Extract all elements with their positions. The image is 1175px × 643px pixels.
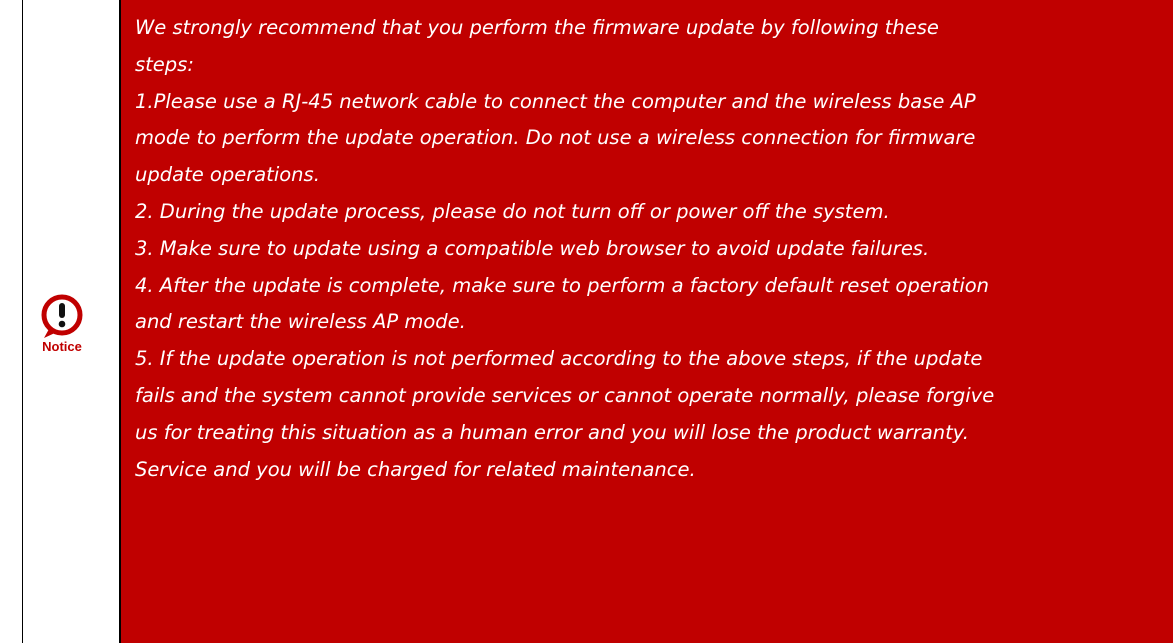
notice-table: Notice We strongly recommend that you pe… xyxy=(22,0,1173,643)
notice-icon-label: Notice xyxy=(42,339,82,354)
notice-line: mode to perform the update operation. Do… xyxy=(135,126,976,150)
notice-line: update operations. xyxy=(135,163,320,187)
notice-line: us for treating this situation as a huma… xyxy=(135,420,970,444)
notice-line: 5. If the update operation is not perfor… xyxy=(135,347,983,371)
notice-line: fails and the system cannot provide serv… xyxy=(135,383,995,407)
notice-text-cell: We strongly recommend that you perform t… xyxy=(121,0,1173,643)
notice-line: Service and you will be charged for rela… xyxy=(135,457,696,481)
exclamation-circle-icon: Notice xyxy=(41,294,83,354)
notice-line: 4. After the update is complete, make su… xyxy=(135,273,990,297)
notice-icon-cell: Notice xyxy=(22,0,121,643)
notice-line: 3. Make sure to update using a compatibl… xyxy=(135,236,930,260)
notice-line: 2. During the update process, please do … xyxy=(135,199,890,223)
notice-line: steps: xyxy=(135,52,194,76)
notice-line: 1.Please use a RJ-45 network cable to co… xyxy=(135,89,976,113)
notice-line: We strongly recommend that you perform t… xyxy=(135,16,939,39)
notice-line: and restart the wireless AP mode. xyxy=(135,310,466,334)
